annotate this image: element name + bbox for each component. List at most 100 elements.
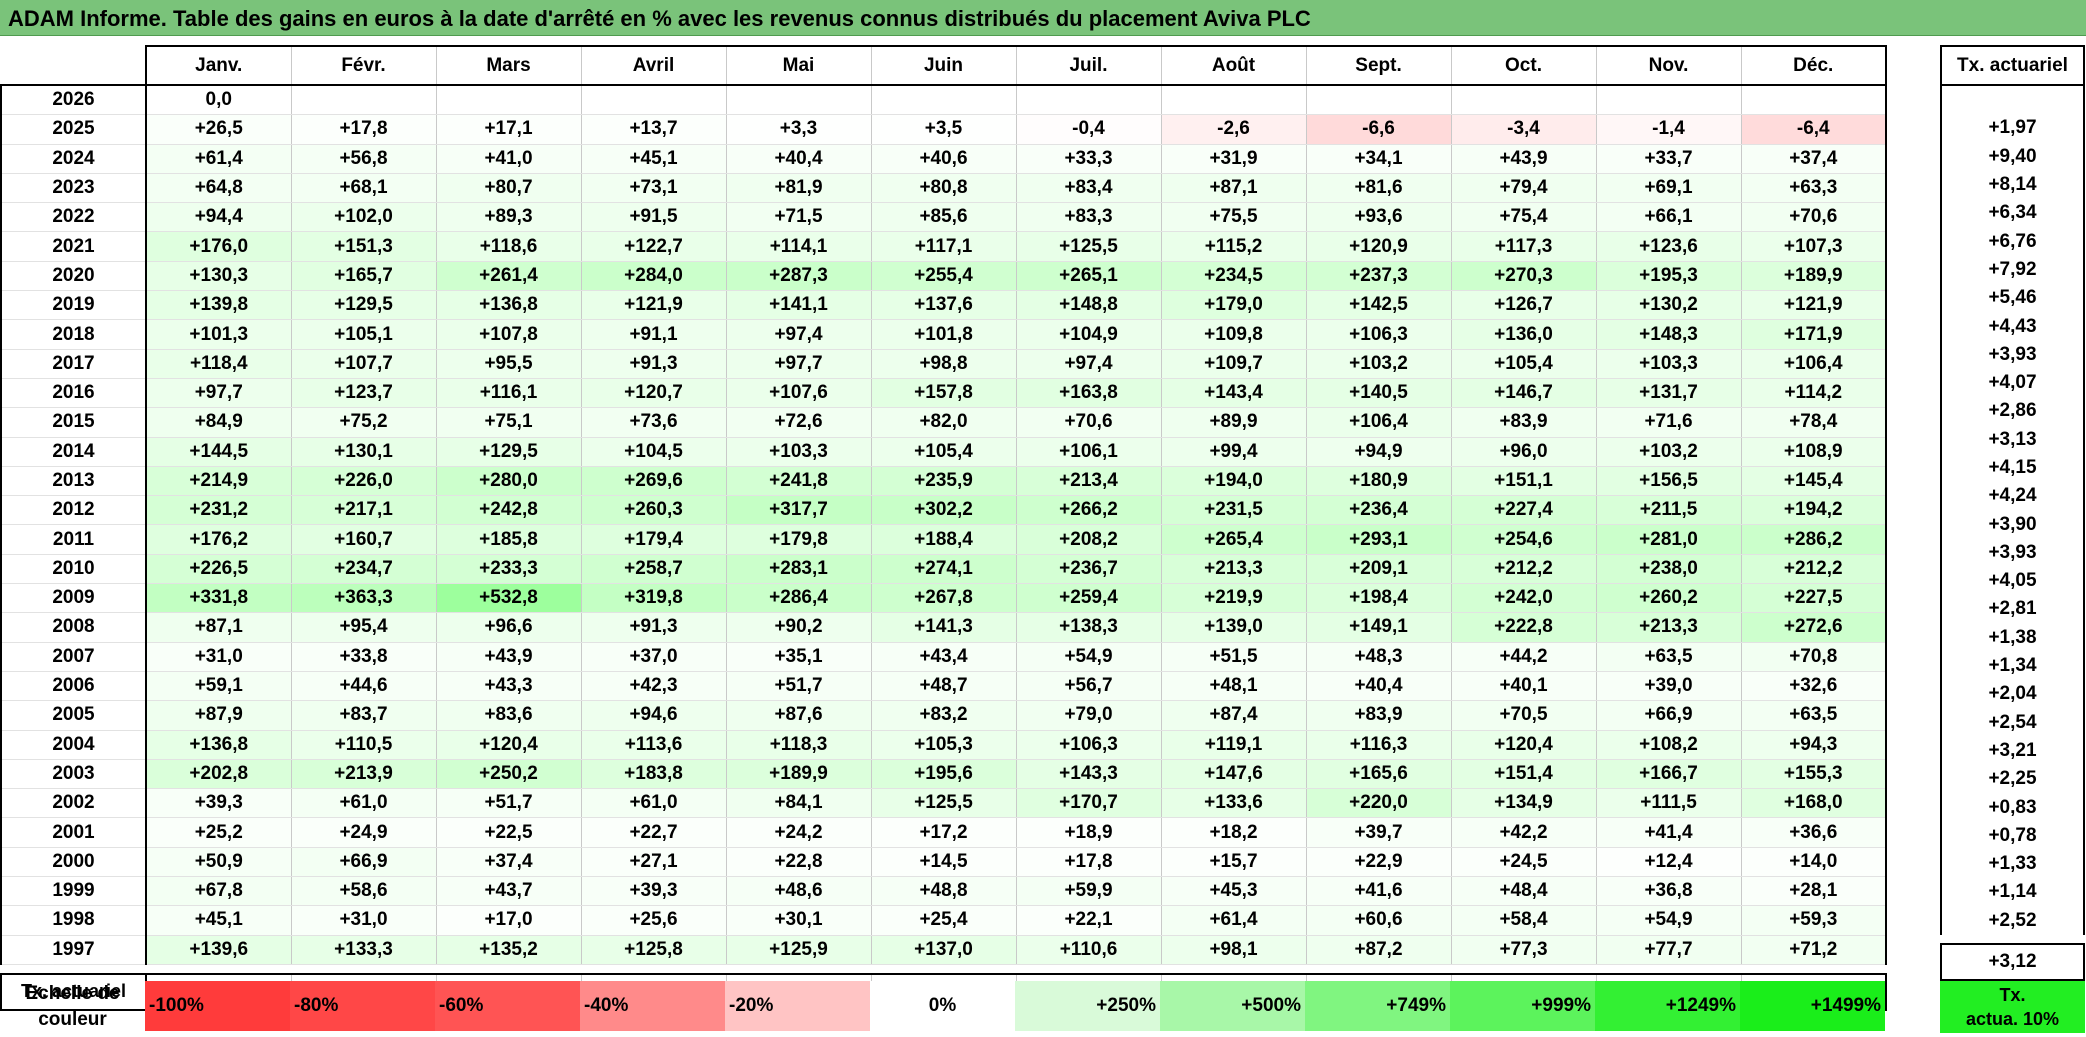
report-title: ADAM Informe. Table des gains en euros à… (0, 0, 2086, 36)
scale-swatch: 0% (870, 981, 1015, 1031)
gain-cell: +58,6 (290, 876, 437, 907)
table-row: 2012 +231,2 +217,1 +242,8 +260,3 +317,7 +302,2… (0, 495, 1887, 526)
gain-cell: +103,2 (1595, 437, 1742, 467)
gain-cell: +51,5 (1160, 642, 1307, 672)
gain-cell: +40,4 (725, 144, 872, 174)
tx-cell: +7,92 (1940, 255, 2085, 285)
table-row: 2013 +214,9 +226,0 +280,0 +269,6 +241,8 +235,9… (0, 466, 1887, 497)
gain-cell: +25,4 (870, 905, 1017, 936)
year-cell: 1998 (0, 905, 147, 936)
gain-cell: +106,3 (1015, 730, 1162, 760)
gain-cell: +266,2 (1015, 495, 1162, 526)
year-cell: 2014 (0, 437, 147, 467)
gain-cell: +217,1 (290, 495, 437, 526)
month-header: Févr. (290, 45, 437, 86)
gain-cell: +83,9 (1450, 407, 1597, 438)
gain-cell (1305, 85, 1452, 116)
gain-cell: +183,8 (580, 759, 727, 790)
gain-cell: +107,8 (435, 319, 582, 350)
gain-cell: +54,9 (1015, 642, 1162, 672)
gain-cell: +81,6 (1305, 173, 1452, 204)
gain-cell: +189,9 (1740, 261, 1887, 292)
gain-cell: +94,6 (580, 700, 727, 731)
table-row: 2001 +25,2 +24,9 +22,5 +22,7 +24,2 +17,2 +18,9 +… (0, 817, 1887, 848)
gain-cell: +212,2 (1450, 554, 1597, 585)
gain-cell: +139,6 (145, 935, 292, 965)
gain-cell: +267,8 (870, 583, 1017, 614)
gain-cell: +61,0 (580, 788, 727, 819)
month-header: Mai (725, 45, 872, 86)
tx-cell: +2,86 (1940, 397, 2085, 426)
gain-cell: +24,2 (725, 817, 872, 848)
gain-cell: +69,1 (1595, 173, 1742, 204)
gain-cell: +71,2 (1740, 935, 1887, 965)
gain-cell: +284,0 (580, 261, 727, 292)
gain-cell: +45,1 (580, 144, 727, 174)
year-cell: 2013 (0, 466, 147, 497)
gain-cell: +106,3 (1305, 319, 1452, 350)
gain-cell: +180,9 (1305, 466, 1452, 497)
year-cell: 2011 (0, 524, 147, 555)
gain-cell: +27,1 (580, 847, 727, 878)
gain-cell: 0,0 (145, 85, 292, 116)
gain-cell: +63,5 (1740, 700, 1887, 731)
gain-cell: +231,5 (1160, 495, 1307, 526)
gain-cell: +43,7 (435, 876, 582, 907)
gain-cell: +48,4 (1450, 876, 1597, 907)
gain-cell: +105,1 (290, 319, 437, 350)
gain-cell: +101,8 (870, 319, 1017, 350)
month-header: Août (1160, 45, 1307, 86)
tx-cell: +1,14 (1940, 878, 2085, 907)
color-scale-legend: Echelle de couleur -100% -80% -60% -40% -20% 0… (0, 981, 1885, 1033)
gain-cell: +179,8 (725, 524, 872, 555)
table-row: 2025 +26,5 +17,8 +17,1 +13,7 +3,3 +3,5 -0,4 -2,6… (0, 114, 1887, 145)
tx-cell: +4,07 (1940, 368, 2085, 398)
gain-cell: +236,4 (1305, 495, 1452, 526)
gain-cell: +250,2 (435, 759, 582, 790)
gain-cell: -1,4 (1595, 114, 1742, 145)
table-row: 2011 +176,2 +160,7 +185,8 +179,4 +179,8 +188,4… (0, 524, 1887, 555)
tx-cell: +6,76 (1940, 227, 2085, 256)
gain-cell: +212,2 (1740, 554, 1887, 585)
gain-cell: +123,6 (1595, 231, 1742, 262)
gain-cell: +125,5 (1015, 231, 1162, 262)
year-cell: 2001 (0, 817, 147, 848)
gain-cell: +59,3 (1740, 905, 1887, 936)
gain-cell (1740, 85, 1887, 116)
table-row: 1997 +139,6 +133,3 +135,2 +125,8 +125,9 +137,0… (0, 935, 1887, 965)
gain-cell: +41,6 (1305, 876, 1452, 907)
gain-cell: +138,3 (1015, 612, 1162, 643)
table-row: 2026 0,0 (0, 85, 1887, 116)
gain-cell: +155,3 (1740, 759, 1887, 790)
gain-cell: +131,7 (1595, 378, 1742, 409)
gain-cell: +227,4 (1450, 495, 1597, 526)
gain-cell: +170,7 (1015, 788, 1162, 819)
gain-cell: +103,3 (1595, 349, 1742, 379)
gain-cell: +33,7 (1595, 144, 1742, 174)
gain-cell: +317,7 (725, 495, 872, 526)
tx-cell: +2,25 (1940, 765, 2085, 794)
gain-cell: +129,5 (435, 437, 582, 467)
actuarial-rate-column: Tx. actuariel +1,97 +9,40 +8,14 +6,34 +6,76 +7… (1940, 45, 2085, 981)
gain-cell: +87,1 (1160, 173, 1307, 204)
gain-cell: +293,1 (1305, 524, 1452, 555)
gain-cell (1595, 85, 1742, 116)
tx-cell: +9,40 (1940, 142, 2085, 171)
tx-total-cell: +3,12 (1940, 942, 2085, 981)
gain-cell: +139,0 (1160, 612, 1307, 643)
tx-cell: +3,93 (1940, 340, 2085, 369)
gain-cell: +211,5 (1595, 495, 1742, 526)
gain-cell: +126,7 (1450, 290, 1597, 321)
gain-cell: +107,6 (725, 378, 872, 409)
gain-cell: +188,4 (870, 524, 1017, 555)
gain-cell: +120,9 (1305, 231, 1452, 262)
gain-cell: +64,8 (145, 173, 292, 204)
gain-cell: +113,6 (580, 730, 727, 760)
table-row: 2007 +31,0 +33,8 +43,9 +37,0 +35,1 +43,4 +54,9 +… (0, 642, 1887, 672)
gain-cell: +22,1 (1015, 905, 1162, 936)
tx-cell: +2,54 (1940, 708, 2085, 737)
actuarial-scale-swatch: Tx. actua. 10% (1940, 981, 2085, 1033)
scale-swatch: -80% (290, 981, 435, 1031)
tx-cell: +1,38 (1940, 623, 2085, 652)
gain-cell: +116,3 (1305, 730, 1452, 760)
